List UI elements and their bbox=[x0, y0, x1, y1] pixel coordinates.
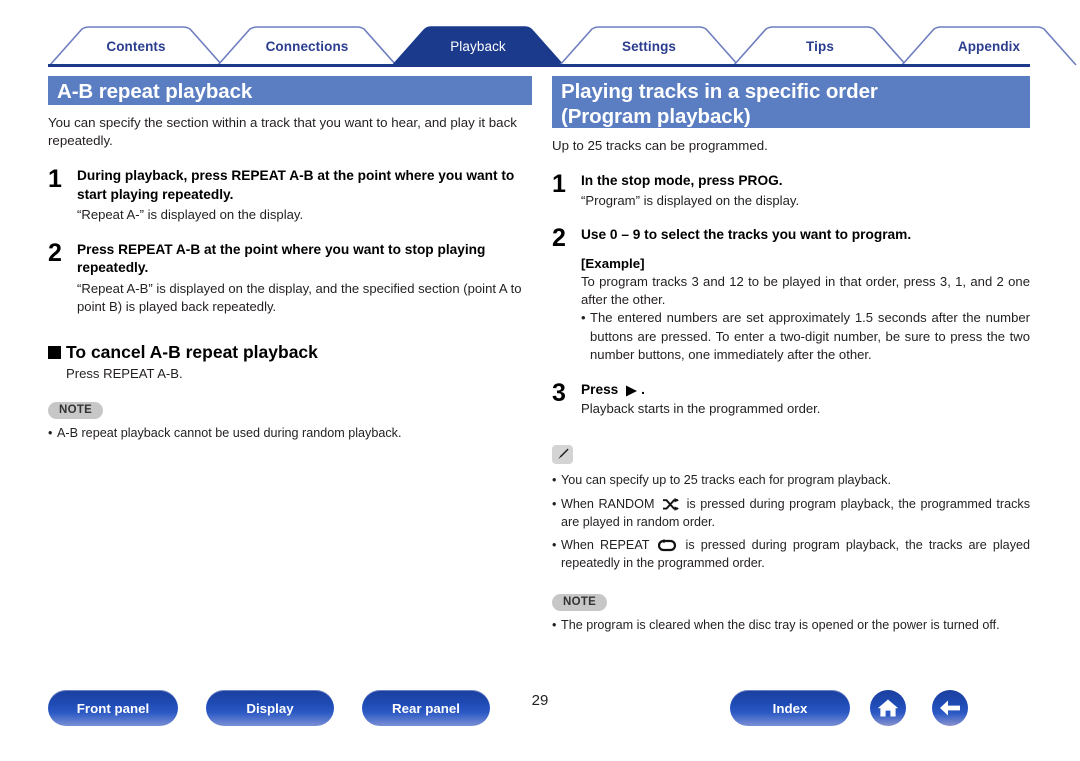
right-step-1: 1 In the stop mode, press PROG. “Program… bbox=[552, 170, 1030, 209]
tip-text-before: When REPEAT bbox=[561, 538, 656, 553]
bullet-dot-icon: • bbox=[48, 426, 53, 441]
step-number: 2 bbox=[552, 224, 566, 253]
step-title: During playback, press REPEAT A-B at the… bbox=[77, 168, 515, 202]
cancel-subsection-heading: To cancel A-B repeat playback bbox=[48, 342, 532, 363]
tab-bar-underline bbox=[48, 64, 1030, 67]
note-badge: NOTE bbox=[552, 593, 608, 611]
left-note-block: NOTE • A-B repeat playback cannot be use… bbox=[48, 400, 532, 443]
front-panel-button[interactable]: Front panel bbox=[48, 690, 178, 726]
back-button[interactable] bbox=[932, 690, 968, 726]
tab-connections[interactable]: Connections bbox=[216, 26, 398, 66]
tab-settings[interactable]: Settings bbox=[558, 26, 740, 66]
step-description: “Program” is displayed on the display. bbox=[581, 192, 800, 208]
step-title: Press . bbox=[581, 381, 1030, 399]
step-title: Press REPEAT A-B at the point where you … bbox=[77, 241, 486, 276]
tip-bullet: • You can specify up to 25 tracks each f… bbox=[552, 472, 1030, 490]
example-body: To program tracks 3 and 12 to be played … bbox=[581, 273, 1030, 307]
note-bullet-text: A-B repeat playback cannot be used durin… bbox=[57, 426, 402, 441]
tip-text-before: When RANDOM bbox=[561, 497, 659, 512]
left-column: A-B repeat playback You can specify the … bbox=[48, 76, 532, 443]
page-number: 29 bbox=[531, 692, 549, 709]
bullet-dot-icon: • bbox=[581, 310, 586, 326]
tip-bullet-text: You can specify up to 25 tracks each for… bbox=[561, 473, 891, 488]
right-step-3: 3 Press . Playback starts in the program… bbox=[552, 378, 1030, 418]
left-section-heading: A-B repeat playback bbox=[48, 76, 532, 105]
tab-label: Playback bbox=[450, 38, 506, 54]
step-title-prefix: Press bbox=[581, 381, 619, 397]
tab-playback[interactable]: Playback bbox=[390, 26, 566, 66]
shuffle-icon bbox=[663, 498, 679, 511]
bullet-dot-icon: • bbox=[552, 497, 557, 512]
tab-label: Connections bbox=[265, 38, 349, 54]
right-note-block: NOTE • The program is cleared when the d… bbox=[552, 592, 1030, 635]
left-step-1: 1 During playback, press REPEAT A-B at t… bbox=[48, 167, 532, 224]
play-icon bbox=[626, 385, 638, 397]
tip-bullet-text: When RANDOM is pressed during program pl… bbox=[561, 496, 1030, 531]
step-description: Playback starts in the programmed order. bbox=[581, 401, 821, 417]
right-section-heading: Playing tracks in a specific order (Prog… bbox=[552, 76, 1030, 128]
tab-label: Contents bbox=[106, 38, 166, 54]
tab-appendix[interactable]: Appendix bbox=[900, 26, 1078, 66]
cancel-subsection-body: Press REPEAT A-B. bbox=[66, 366, 183, 382]
tip-bullet: • When RANDOM is pressed during program … bbox=[552, 496, 1030, 531]
step-title: In the stop mode, press PROG. bbox=[581, 173, 783, 189]
left-step-2: 2 Press REPEAT A-B at the point where yo… bbox=[48, 238, 532, 316]
note-bullet: • The program is cleared when the disc t… bbox=[552, 617, 1030, 635]
repeat-icon bbox=[658, 539, 677, 552]
bullet-dot-icon: • bbox=[552, 617, 557, 632]
bullet-dot-icon: • bbox=[552, 473, 557, 488]
note-bullet: • A-B repeat playback cannot be used dur… bbox=[48, 425, 532, 443]
right-heading-line-1: Playing tracks in a specific order bbox=[561, 80, 878, 103]
footer-nav: Front panel Display Rear panel 29 Index bbox=[0, 690, 1080, 740]
example-bullet: • The entered numbers are set approximat… bbox=[581, 309, 1030, 363]
bullet-dot-icon: • bbox=[552, 538, 557, 553]
step-number: 2 bbox=[48, 238, 62, 267]
back-arrow-icon bbox=[940, 700, 960, 716]
step-description: “Repeat A-” is displayed on the display. bbox=[77, 207, 304, 223]
right-intro-text: Up to 25 tracks can be programmed. bbox=[552, 138, 768, 153]
sub-heading-label: To cancel A-B repeat playback bbox=[66, 342, 318, 363]
rear-panel-button[interactable]: Rear panel bbox=[362, 690, 490, 726]
tab-contents[interactable]: Contents bbox=[48, 26, 224, 66]
tab-label: Tips bbox=[806, 38, 834, 54]
right-column: Playing tracks in a specific order (Prog… bbox=[552, 76, 1030, 634]
home-icon bbox=[877, 699, 899, 717]
note-bullet-text: The program is cleared when the disc tra… bbox=[561, 617, 1000, 632]
step-number: 1 bbox=[552, 170, 566, 199]
right-step-2: 2 Use 0 – 9 to select the tracks you wan… bbox=[552, 226, 1030, 363]
example-label: [Example] bbox=[581, 255, 645, 271]
tip-bullet-text: When REPEAT is pressed during program pl… bbox=[561, 537, 1030, 572]
right-heading-line-2: (Program playback) bbox=[561, 104, 751, 128]
home-button[interactable] bbox=[870, 690, 906, 726]
index-button[interactable]: Index bbox=[730, 690, 850, 726]
pencil-icon bbox=[558, 449, 569, 460]
pencil-badge bbox=[552, 444, 573, 464]
step-description: “Repeat A-B” is displayed on the display… bbox=[77, 280, 522, 314]
tab-tips[interactable]: Tips bbox=[732, 26, 908, 66]
square-bullet-icon bbox=[48, 346, 61, 360]
tab-label: Settings bbox=[621, 38, 677, 54]
note-badge: NOTE bbox=[48, 402, 104, 420]
right-tip-block: • You can specify up to 25 tracks each f… bbox=[552, 444, 1030, 573]
tip-bullet: • When REPEAT is pressed during program … bbox=[552, 537, 1030, 572]
step-number: 3 bbox=[552, 378, 566, 407]
top-tab-bar: Contents Connections Playback Settings T… bbox=[48, 26, 1077, 66]
step-title: Use 0 – 9 to select the tracks you want … bbox=[581, 227, 912, 243]
step-title-suffix: . bbox=[641, 381, 645, 397]
left-intro-text: You can specify the section within a tra… bbox=[48, 115, 517, 149]
example-bullet-text: The entered numbers are set approximatel… bbox=[590, 310, 1030, 362]
tab-label: Appendix bbox=[957, 38, 1021, 54]
step-number: 1 bbox=[48, 165, 62, 194]
display-button[interactable]: Display bbox=[206, 690, 334, 726]
